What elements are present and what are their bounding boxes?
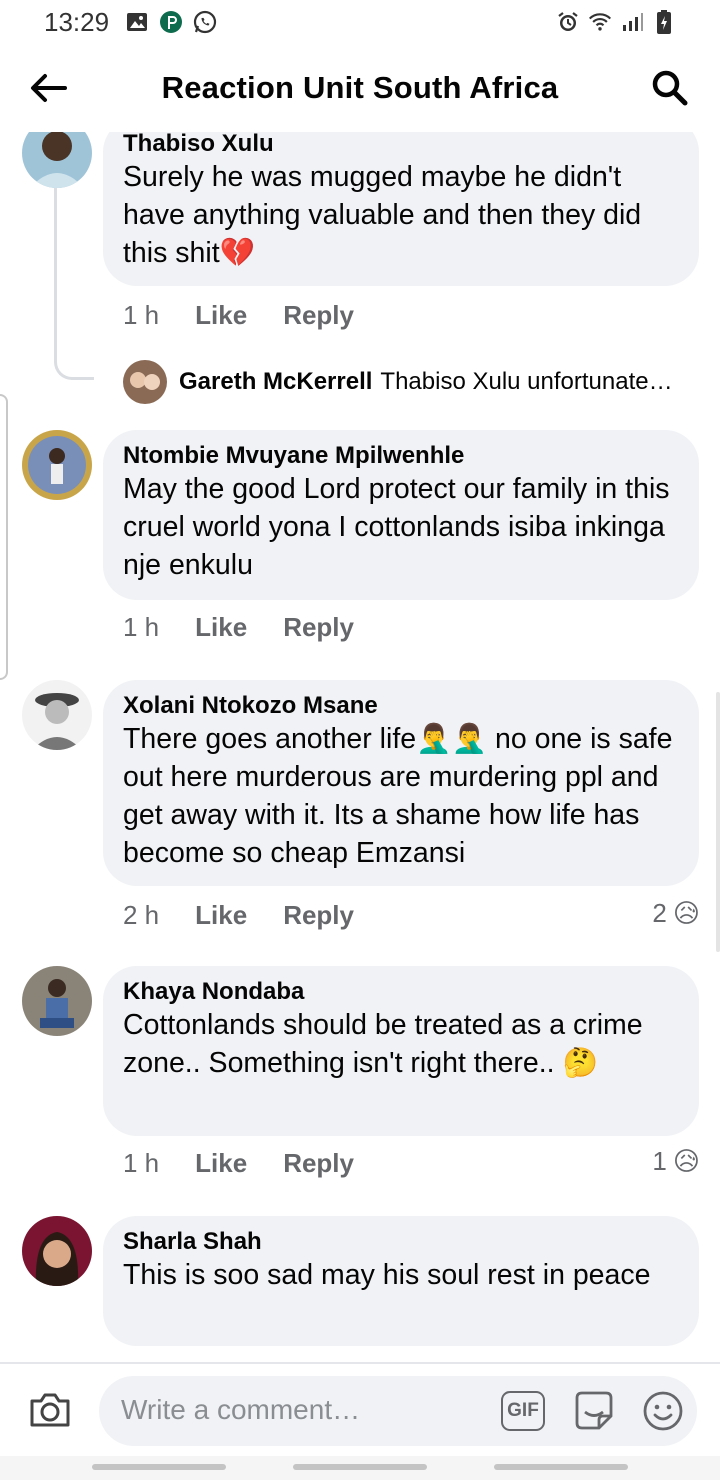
reply-button[interactable]: Reply xyxy=(283,900,354,931)
reaction-count: 2 xyxy=(652,898,667,928)
like-button[interactable]: Like xyxy=(195,1148,247,1179)
comment-box: GIF xyxy=(99,1376,697,1446)
comment-actions: 2 h Like Reply xyxy=(123,900,354,931)
comment-author[interactable]: Sharla Shah xyxy=(123,1216,679,1256)
like-button[interactable]: Like xyxy=(195,300,247,331)
battery-charging-icon xyxy=(652,10,676,34)
comment-text: May the good Lord protect our family in … xyxy=(123,473,670,581)
reply-button[interactable]: Reply xyxy=(283,612,354,643)
comment-bubble[interactable]: Xolani Ntokozo Msane There goes another … xyxy=(103,680,699,886)
status-bar: 13:29 xyxy=(0,0,720,44)
comment-text: This is soo sad may his soul rest in pea… xyxy=(123,1259,651,1291)
nav-home-pill[interactable] xyxy=(293,1464,427,1470)
back-button[interactable] xyxy=(24,66,72,110)
p-app-icon xyxy=(159,10,183,34)
comment-bubble[interactable]: Sharla Shah This is soo sad may his soul… xyxy=(103,1216,699,1346)
comment-bubble[interactable]: Thabiso Xulu Surely he was mugged maybe … xyxy=(103,132,699,286)
comment-time: 1 h xyxy=(123,612,160,642)
like-button[interactable]: Like xyxy=(195,612,247,643)
sad-reaction-icon: 😥 xyxy=(672,898,700,928)
comment-time: 1 h xyxy=(123,300,160,330)
avatar[interactable] xyxy=(22,430,92,500)
camera-icon xyxy=(30,1393,70,1427)
system-nav-bar xyxy=(0,1456,720,1480)
avatar[interactable] xyxy=(22,1216,92,1286)
comment-author[interactable]: Khaya Nondaba xyxy=(123,966,679,1006)
reaction-summary[interactable]: 1 😥 xyxy=(652,1146,700,1177)
comment-time: 2 h xyxy=(123,900,160,930)
comments-list[interactable]: Thabiso Xulu Surely he was mugged maybe … xyxy=(0,132,720,1362)
smiley-icon xyxy=(643,1391,683,1431)
camera-button[interactable] xyxy=(26,1388,74,1432)
gallery-icon xyxy=(125,10,149,34)
reply-avatar xyxy=(123,360,167,404)
side-panel-edge xyxy=(0,394,8,680)
alarm-icon xyxy=(556,10,580,34)
sticker-icon xyxy=(575,1391,613,1430)
reply-text: Thabiso Xulu unfortunate… xyxy=(380,368,673,395)
comment-bubble[interactable]: Ntombie Mvuyane Mpilwenhle May the good … xyxy=(103,430,699,600)
search-button[interactable] xyxy=(648,66,692,110)
comment-author[interactable]: Thabiso Xulu xyxy=(123,132,679,158)
avatar[interactable] xyxy=(22,132,92,188)
app-header: Reaction Unit South Africa xyxy=(0,44,720,132)
scrollbar-thumb[interactable] xyxy=(716,692,720,952)
comment-text: Surely he was mugged maybe he didn't hav… xyxy=(123,161,642,269)
gif-button[interactable]: GIF xyxy=(501,1391,545,1431)
whatsapp-icon xyxy=(193,10,217,34)
comment-actions: 1 h Like Reply xyxy=(123,612,354,643)
emoji-button[interactable] xyxy=(641,1389,685,1433)
wifi-icon xyxy=(588,10,612,34)
like-button[interactable]: Like xyxy=(195,900,247,931)
search-icon xyxy=(652,70,688,106)
reply-author: Gareth McKerrell xyxy=(179,368,373,395)
sad-reaction-icon: 😥 xyxy=(672,1146,700,1176)
status-time: 13:29 xyxy=(44,6,110,37)
reaction-summary[interactable]: 2 😥 xyxy=(652,898,700,929)
comment-actions: 1 h Like Reply xyxy=(123,1148,354,1179)
sticker-button[interactable] xyxy=(571,1388,617,1434)
page-title: Reaction Unit South Africa xyxy=(161,70,559,105)
reply-thread-line xyxy=(54,188,94,380)
comment-author[interactable]: Ntombie Mvuyane Mpilwenhle xyxy=(123,430,679,470)
comment-input[interactable] xyxy=(121,1390,481,1430)
reply-preview[interactable]: Gareth McKerrell Thabiso Xulu unfortunat… xyxy=(123,360,673,404)
comment-text: Cottonlands should be treated as a crime… xyxy=(123,1009,643,1079)
comment-composer: GIF xyxy=(0,1362,720,1456)
nav-recent-pill[interactable] xyxy=(92,1464,226,1470)
comment-bubble[interactable]: Khaya Nondaba Cottonlands should be trea… xyxy=(103,966,699,1136)
reaction-count: 1 xyxy=(652,1146,667,1176)
comment-actions: 1 h Like Reply xyxy=(123,300,354,331)
signal-icon xyxy=(620,10,644,34)
reply-button[interactable]: Reply xyxy=(283,1148,354,1179)
nav-back-pill[interactable] xyxy=(494,1464,628,1470)
comment-time: 1 h xyxy=(123,1148,160,1178)
comment-text: There goes another life🤦‍♂️🤦‍♂️ no one i… xyxy=(123,723,673,869)
reply-button[interactable]: Reply xyxy=(283,300,354,331)
comment-author[interactable]: Xolani Ntokozo Msane xyxy=(123,680,679,720)
avatar[interactable] xyxy=(22,680,92,750)
avatar[interactable] xyxy=(22,966,92,1036)
arrow-left-icon xyxy=(31,74,67,102)
